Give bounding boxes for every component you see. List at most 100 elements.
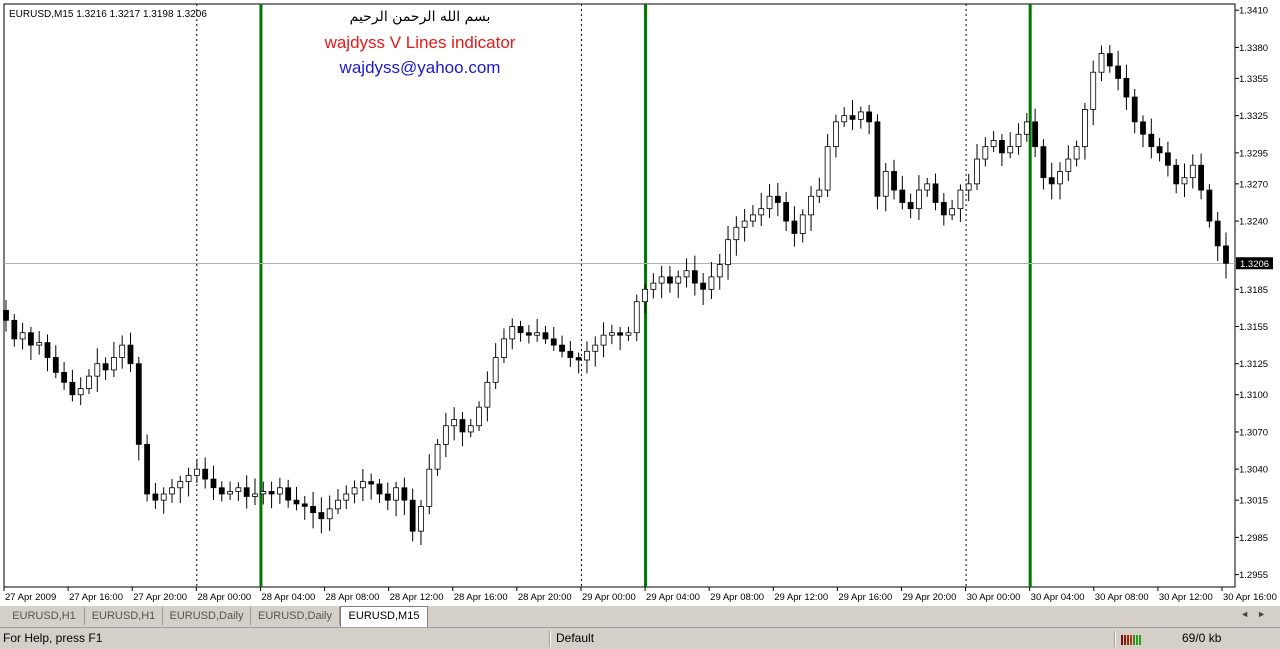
connection-bars-icon: [1121, 635, 1141, 645]
candle-body: [351, 487, 358, 495]
time-axis-label: 29 Apr 08:00: [710, 592, 764, 603]
candle-body: [766, 195, 773, 210]
candle-body: [691, 270, 698, 284]
candle-body: [592, 344, 599, 352]
price-axis-label: 1.3070: [1239, 427, 1268, 438]
candle-body: [52, 357, 59, 373]
candle-body: [949, 208, 956, 216]
candle-body: [86, 375, 92, 389]
candle-body: [542, 332, 549, 340]
candle-body: [318, 512, 325, 520]
candle-body: [152, 493, 159, 501]
tab-eurusd-h1-2[interactable]: EURUSD,H1: [85, 607, 163, 625]
price-axis-label: 1.3015: [1239, 496, 1268, 507]
candle-body: [285, 487, 292, 501]
time-axis-label: 27 Apr 16:00: [69, 592, 123, 603]
candle-body: [359, 481, 366, 489]
candle-body: [135, 363, 142, 445]
tab-eurusd-daily-2[interactable]: EURUSD,Daily: [251, 607, 340, 625]
candle-body: [866, 111, 873, 123]
candle-body: [501, 338, 507, 358]
candle-body: [1165, 152, 1171, 166]
scroll-left-icon[interactable]: ◄: [1240, 609, 1257, 619]
candle-body: [301, 503, 308, 507]
candle-body: [27, 332, 34, 346]
candle-body: [1214, 220, 1221, 247]
candle-body: [434, 443, 441, 470]
time-axis-label: 30 Apr 16:00: [1223, 592, 1277, 603]
tab-scroll-arrows[interactable]: ◄►: [1240, 609, 1274, 619]
chart-window[interactable]: 1.3410 1.3380 1.3355 1.3325 1.3295 1.3270 1.32…: [0, 0, 1280, 607]
candle-body: [127, 344, 134, 365]
candle-body: [3, 309, 9, 321]
candle-body: [1115, 65, 1122, 79]
candle-body: [11, 319, 18, 340]
price-axis-label: 1.2985: [1239, 533, 1268, 544]
candle-body: [700, 282, 707, 290]
candle-body: [990, 140, 997, 148]
candle-body: [617, 332, 624, 336]
scroll-right-icon[interactable]: ►: [1257, 609, 1274, 619]
candle-body: [758, 208, 765, 216]
candle-body: [517, 326, 524, 334]
candle-body: [799, 214, 806, 234]
candle-body: [94, 363, 101, 377]
tab-eurusd-h1-1[interactable]: EURUSD,H1: [4, 607, 85, 625]
candle-body: [1198, 164, 1205, 191]
candle-body: [401, 487, 408, 501]
candle-body: [227, 491, 233, 495]
candle-body: [924, 183, 931, 191]
candle-body: [1148, 133, 1155, 148]
time-axis-label: 29 Apr 04:00: [646, 592, 700, 603]
candle-body: [1131, 96, 1138, 123]
time-axis-label: 29 Apr 16:00: [838, 592, 892, 603]
tab-eurusd-m15[interactable]: EURUSD,M15: [340, 606, 428, 627]
candle-body: [575, 357, 582, 361]
time-axis-label: 28 Apr 08:00: [326, 592, 380, 603]
candle-body: [1048, 177, 1055, 185]
candle-body: [1007, 146, 1014, 154]
candle-body: [1073, 146, 1080, 160]
time-axis-label: 29 Apr 00:00: [582, 592, 636, 603]
price-axis-label: 1.3295: [1239, 148, 1268, 159]
candle-body: [368, 481, 375, 485]
candle-body: [899, 189, 906, 203]
candle-body: [310, 505, 316, 513]
candle-body: [235, 487, 242, 492]
price-axis-label: 1.3380: [1239, 43, 1268, 54]
candle-body: [409, 499, 416, 532]
candle-body: [509, 326, 516, 340]
candle-body: [393, 487, 399, 501]
current-price-label: 1.3206: [1240, 259, 1269, 270]
time-axis-label: 28 Apr 16:00: [454, 592, 508, 603]
candle-body: [243, 487, 250, 497]
time-axis-label: 28 Apr 00:00: [197, 592, 251, 603]
candle-body: [276, 487, 283, 495]
candle-body: [774, 195, 781, 203]
candle-body: [326, 508, 333, 520]
plot-border: [3, 3, 1236, 588]
time-axis-label: 27 Apr 20:00: [133, 592, 187, 603]
candle-body: [907, 202, 914, 210]
candle-body: [1098, 53, 1105, 73]
candle-body: [442, 425, 449, 445]
candle-body: [658, 276, 665, 284]
candle-body: [1082, 109, 1088, 148]
time-axis-label: 30 Apr 12:00: [1159, 592, 1213, 603]
candle-body: [525, 332, 532, 336]
candle-body: [567, 350, 574, 358]
candle-body: [1065, 158, 1072, 172]
candle-body: [808, 195, 814, 216]
candle-body: [1090, 71, 1097, 110]
price-axis-label: 1.3185: [1239, 285, 1268, 296]
profile-name: Default: [556, 631, 595, 645]
candle-body: [716, 264, 723, 278]
price-axis-label: 1.3100: [1239, 390, 1268, 401]
tab-eurusd-daily-1[interactable]: EURUSD,Daily: [163, 607, 251, 625]
time-axis-label: 28 Apr 12:00: [390, 592, 444, 603]
price-axis-label: 1.3240: [1239, 217, 1268, 228]
price-axis-label: 1.3155: [1239, 322, 1268, 333]
price-chart[interactable]: 1.3410 1.3380 1.3355 1.3325 1.3295 1.3270 1.32…: [0, 0, 1280, 606]
price-axis-label: 1.3125: [1239, 359, 1268, 370]
candle-body: [1181, 177, 1188, 185]
